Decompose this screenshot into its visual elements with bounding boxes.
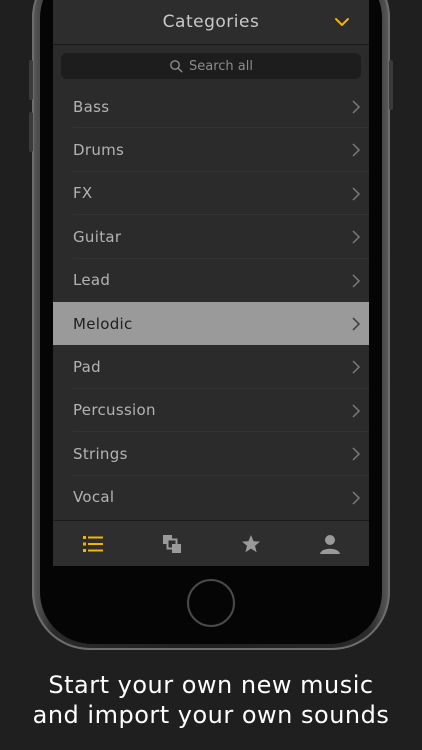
search-bar: Search all xyxy=(53,45,369,85)
promo-caption: Start your own new music and import your… xyxy=(0,670,422,730)
category-label: Drums xyxy=(73,141,125,160)
layers-icon xyxy=(162,534,181,553)
page-title: Categories xyxy=(162,12,260,32)
category-label: Strings xyxy=(73,444,128,463)
category-item-lead[interactable]: Lead xyxy=(53,258,369,302)
header-bar: Categories xyxy=(53,0,369,45)
category-label: FX xyxy=(73,184,93,203)
category-label: Pad xyxy=(73,358,101,377)
category-label: Vocal xyxy=(73,488,115,507)
chevron-down-icon[interactable] xyxy=(333,13,351,31)
category-item-drums[interactable]: Drums xyxy=(53,128,369,172)
category-item-percussion[interactable]: Percussion xyxy=(53,388,369,433)
category-item-melodic[interactable]: Melodic xyxy=(53,301,369,346)
category-label: Lead xyxy=(73,271,111,290)
category-item-guitar[interactable]: Guitar xyxy=(53,215,369,259)
chevron-right-icon xyxy=(352,404,361,418)
chevron-right-icon xyxy=(352,230,361,244)
list-icon xyxy=(82,535,103,552)
tab-bar xyxy=(53,520,369,566)
category-label: Bass xyxy=(73,97,110,116)
user-icon xyxy=(319,534,340,554)
chevron-right-icon xyxy=(352,274,361,288)
tab-packs[interactable] xyxy=(132,521,211,566)
chevron-right-icon xyxy=(352,143,361,157)
search-icon xyxy=(170,60,183,73)
chevron-right-icon xyxy=(352,100,361,114)
home-button[interactable] xyxy=(187,579,235,627)
search-input[interactable]: Search all xyxy=(61,53,361,79)
power-button xyxy=(389,60,393,110)
category-label: Percussion xyxy=(73,401,156,420)
chevron-right-icon xyxy=(352,490,361,505)
tab-favorites[interactable] xyxy=(211,521,290,566)
tab-categories[interactable] xyxy=(53,521,132,566)
category-label: Guitar xyxy=(73,227,122,246)
category-list: Bass Drums FX Guitar Lead Melodic Pad Pe… xyxy=(53,85,369,519)
tab-profile[interactable] xyxy=(290,521,369,566)
category-item-bass[interactable]: Bass xyxy=(53,85,369,129)
category-item-fx[interactable]: FX xyxy=(53,171,369,216)
caption-line-1: Start your own new music xyxy=(48,671,374,699)
chevron-right-icon xyxy=(352,360,361,374)
caption-line-2: and import your own sounds xyxy=(32,701,390,729)
category-item-pad[interactable]: Pad xyxy=(53,345,369,389)
chevron-right-icon xyxy=(352,187,361,201)
app-screen: Categories Search all Bass Drums FX Guit… xyxy=(53,0,369,566)
volume-button xyxy=(29,112,33,152)
search-placeholder: Search all xyxy=(189,58,253,74)
volume-button xyxy=(29,60,33,100)
chevron-right-icon xyxy=(352,447,361,461)
category-item-strings[interactable]: Strings xyxy=(53,432,369,476)
chevron-right-icon xyxy=(352,317,361,331)
star-icon xyxy=(241,534,260,552)
category-item-vocal[interactable]: Vocal xyxy=(53,475,369,519)
category-label: Melodic xyxy=(73,314,133,333)
